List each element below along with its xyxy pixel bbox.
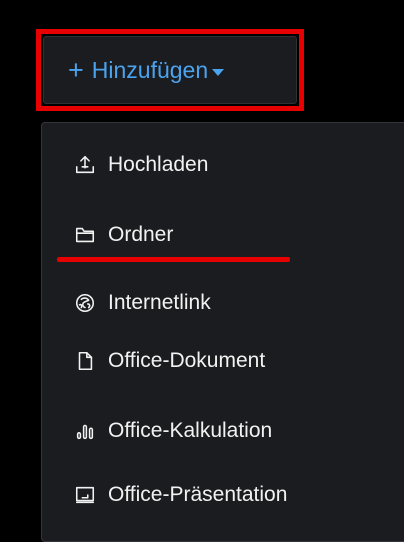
menu-item-label: Office-Kalkulation [108,419,273,442]
menu-item-label: Office-Dokument [108,349,266,372]
menu-item-internet-link[interactable]: Internetlink [42,277,404,329]
add-dropdown-menu: Hochladen Ordner Internetlink Office-Dok… [41,122,404,542]
menu-item-label: Internetlink [108,291,211,314]
document-icon [74,350,96,372]
presentation-icon [74,484,96,506]
add-button-label: Hinzufügen [91,56,209,83]
menu-item-label: Hochladen [108,153,209,176]
menu-item-label: Office-Präsentation [108,483,288,506]
menu-item-label: Ordner [108,223,174,246]
menu-item-folder[interactable]: Ordner [42,209,404,261]
menu-item-office-presentation[interactable]: Office-Präsentation [42,469,404,521]
link-globe-icon [74,292,96,314]
plus-icon: + [68,54,84,85]
upload-icon [74,154,96,176]
folder-icon [74,224,96,246]
spreadsheet-icon [74,420,96,442]
menu-item-office-spreadsheet[interactable]: Office-Kalkulation [42,405,404,457]
menu-item-office-document[interactable]: Office-Dokument [42,335,404,387]
add-button[interactable]: + Hinzufügen [43,36,297,104]
caret-down-icon [212,68,225,76]
menu-item-upload[interactable]: Hochladen [42,139,404,191]
